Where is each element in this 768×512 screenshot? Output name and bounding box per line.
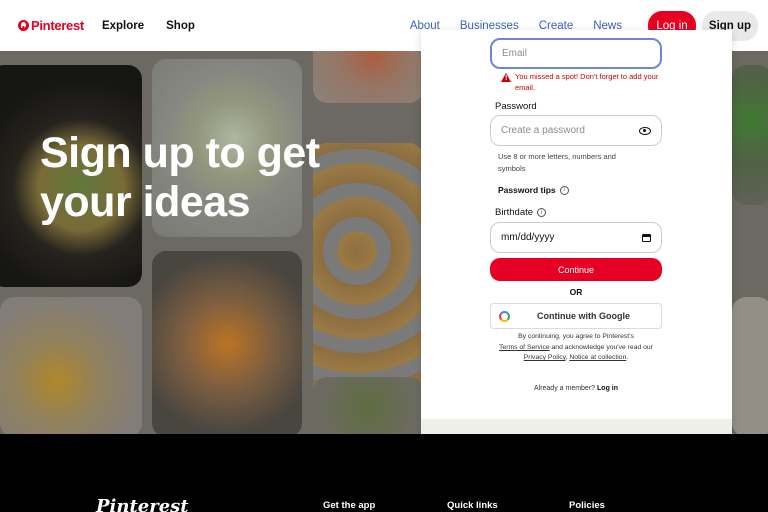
terms-of-service-link[interactable]: Terms of Service	[499, 344, 550, 351]
continue-with-google-button[interactable]: Continue with Google	[490, 303, 662, 329]
continue-button[interactable]: Continue	[490, 258, 662, 281]
footer-get-the-app: Get the app	[323, 500, 376, 511]
footer: Pinterest Get the app Quick links Polici…	[0, 434, 768, 512]
password-label: Password	[495, 101, 537, 112]
pinterest-pin-icon	[18, 20, 29, 31]
password-hint: Use 8 or more letters, numbers and symbo…	[498, 152, 616, 173]
password-placeholder: Create a password	[501, 125, 585, 136]
terms-mid: and acknowledge you've read our	[551, 343, 653, 351]
birthdate-label-row: Birthdate i	[495, 207, 547, 218]
pinterest-logo[interactable]: Pinterest	[18, 18, 84, 33]
email-field[interactable]: Email	[490, 38, 662, 69]
nav-shop[interactable]: Shop	[166, 20, 195, 32]
password-field[interactable]: Create a password	[490, 115, 662, 146]
warning-icon	[501, 73, 511, 84]
show-password-eye-icon[interactable]	[639, 126, 651, 135]
hero-title: Sign up to get your ideas	[40, 129, 320, 226]
nav-explore[interactable]: Explore	[102, 20, 144, 32]
footer-quick-links: Quick links	[447, 500, 498, 511]
primary-nav: Explore Shop	[102, 20, 217, 32]
notice-at-collection-link[interactable]: Notice at collection	[569, 354, 626, 361]
already-member-row: Already a member? Log in	[490, 385, 662, 392]
terms-prefix: By continuing, you agree to Pinterest's	[518, 333, 634, 340]
email-placeholder: Email	[502, 48, 528, 59]
google-icon	[499, 310, 510, 322]
footer-policies: Policies	[569, 500, 605, 511]
info-icon: i	[559, 185, 569, 195]
email-error-text: You missed a spot! Don't forget to add y…	[515, 72, 659, 92]
birthdate-placeholder: mm/dd/yyyy	[501, 232, 555, 243]
member-login-link[interactable]: Log in	[597, 385, 618, 392]
signup-card: Email You missed a spot! Don't forget to…	[421, 30, 732, 460]
terms-text: By continuing, you agree to Pinterest's …	[499, 333, 653, 362]
or-divider: OR	[569, 287, 583, 297]
calendar-icon[interactable]	[642, 233, 651, 242]
google-button-label: Continue with Google	[537, 311, 630, 321]
privacy-policy-link[interactable]: Privacy Policy	[524, 354, 566, 361]
email-error-message: You missed a spot! Don't forget to add y…	[501, 72, 661, 94]
birthdate-info-icon[interactable]: i	[537, 208, 547, 217]
already-member-text: Already a member?	[533, 385, 596, 392]
birthdate-field[interactable]: mm/dd/yyyy	[490, 222, 662, 253]
password-tips-label: Password tips	[498, 185, 556, 195]
footer-logo: Pinterest	[96, 496, 189, 512]
logo-text: Pinterest	[31, 18, 84, 33]
password-tips-link[interactable]: Password tips i	[498, 185, 569, 195]
birthdate-label: Birthdate	[495, 207, 534, 218]
